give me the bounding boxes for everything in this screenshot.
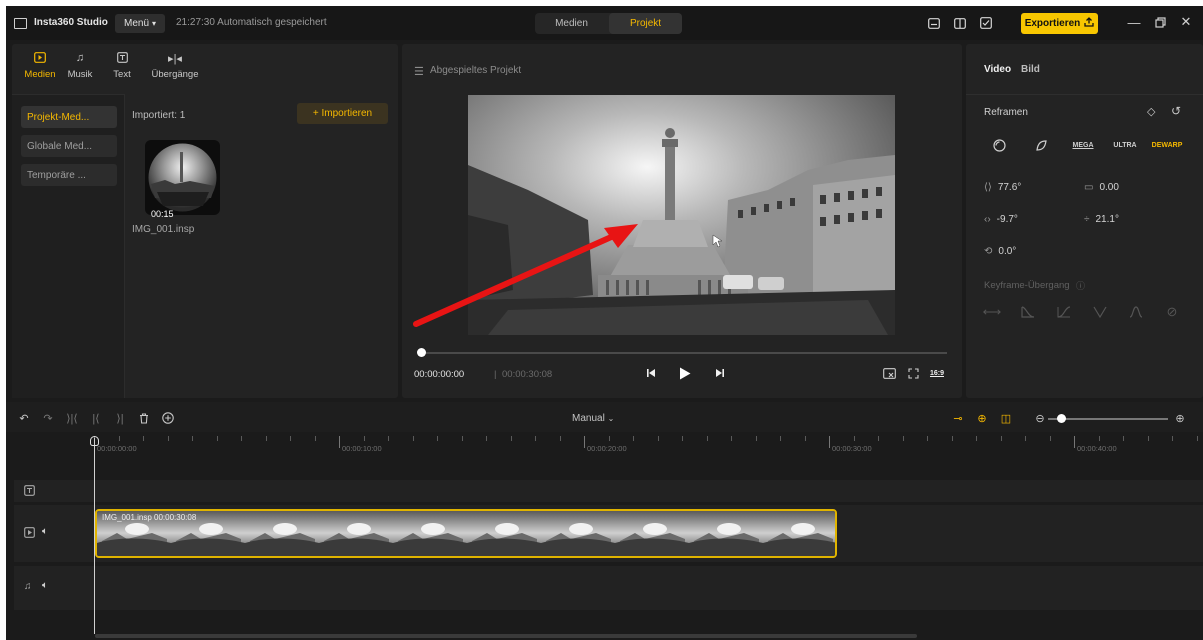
annotation-arrow xyxy=(413,224,638,327)
app-window: Insta360 Studio Menü ▾ 21:27:30 Automati… xyxy=(6,6,1203,640)
